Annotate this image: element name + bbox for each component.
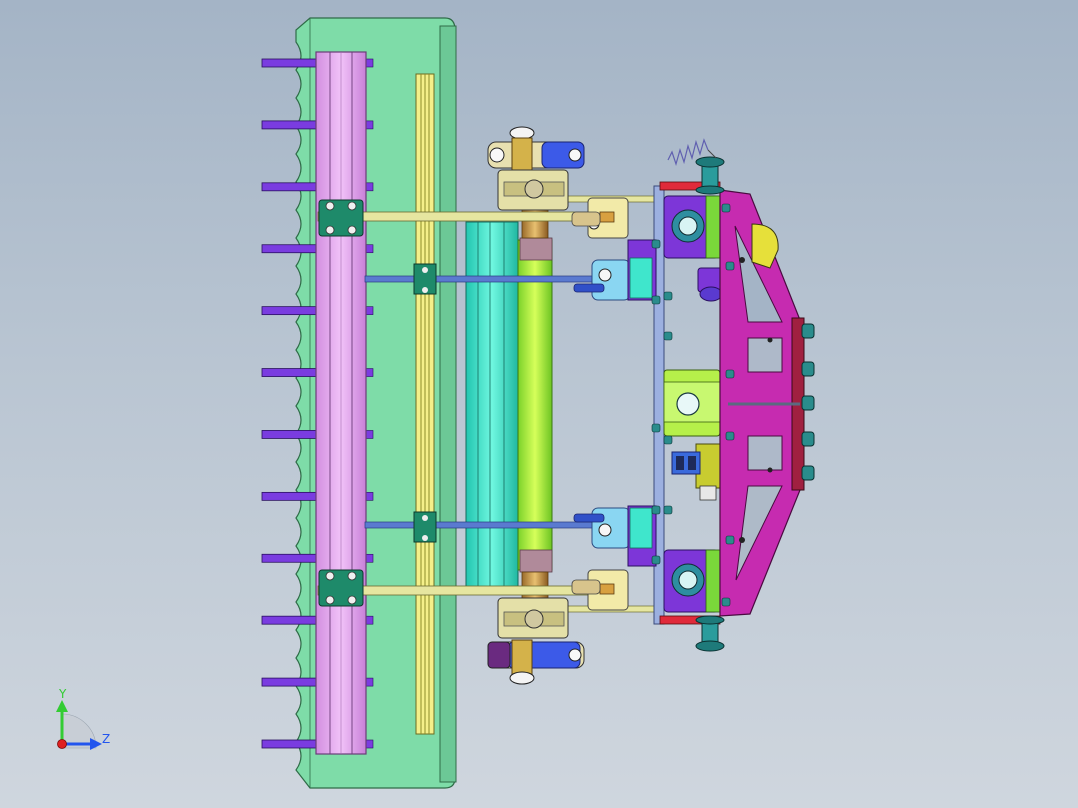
tooth-pin	[261, 739, 319, 749]
tooth-pin	[261, 306, 319, 316]
coordinate-triad[interactable]	[56, 700, 102, 750]
tooth-tab	[365, 182, 374, 192]
bolt-head	[651, 239, 661, 249]
z-axis-label: Z	[102, 732, 111, 746]
bolt-head	[663, 505, 673, 515]
cad-viewport[interactable]: Y Z	[0, 0, 1078, 808]
tooth-pin	[261, 244, 319, 254]
y-axis-label: Y	[59, 687, 67, 701]
tooth-pin	[261, 368, 319, 377]
tooth-pin	[261, 677, 319, 687]
tooth-tab	[365, 492, 374, 501]
yellow-guide-strip[interactable]	[415, 73, 435, 735]
tooth-pin	[261, 182, 319, 192]
bolt-head	[721, 597, 731, 607]
magenta-frame[interactable]	[719, 189, 815, 617]
tooth-tab	[365, 58, 374, 68]
assembly-drawing[interactable]	[0, 0, 1078, 808]
tooth-pin	[261, 120, 319, 130]
tooth-pin	[261, 615, 319, 625]
tooth-tab	[365, 553, 374, 563]
bolt-head	[651, 295, 661, 305]
tooth-tab	[365, 677, 374, 687]
tooth-tab	[365, 368, 374, 377]
bolt-head	[651, 423, 661, 433]
tooth-tab	[365, 615, 374, 625]
tooth-tab	[365, 120, 374, 130]
cam-arms[interactable]	[571, 197, 631, 611]
green-roller[interactable]	[517, 199, 553, 611]
tooth-pin	[261, 491, 319, 501]
tooth-tab	[365, 306, 374, 315]
bolt-head	[725, 431, 735, 441]
bolt-head	[651, 555, 661, 565]
bearing-blocks[interactable]	[663, 195, 727, 613]
axis-origin	[57, 739, 67, 749]
bolt-head	[663, 435, 673, 445]
pink-rail[interactable]	[315, 51, 367, 755]
tooth-pin	[261, 553, 319, 563]
bolt-head	[663, 291, 673, 301]
tooth-tab	[365, 244, 374, 254]
bolt-head	[725, 369, 735, 379]
tooth-tab	[365, 739, 374, 749]
tooth-pin	[261, 430, 319, 439]
tooth-pin	[261, 58, 319, 68]
bolt-head	[725, 261, 735, 271]
bolt-head	[663, 331, 673, 341]
bolt-head	[651, 505, 661, 515]
bolt-head	[721, 203, 731, 213]
bolt-head	[725, 535, 735, 545]
tooth-tab	[365, 430, 374, 439]
